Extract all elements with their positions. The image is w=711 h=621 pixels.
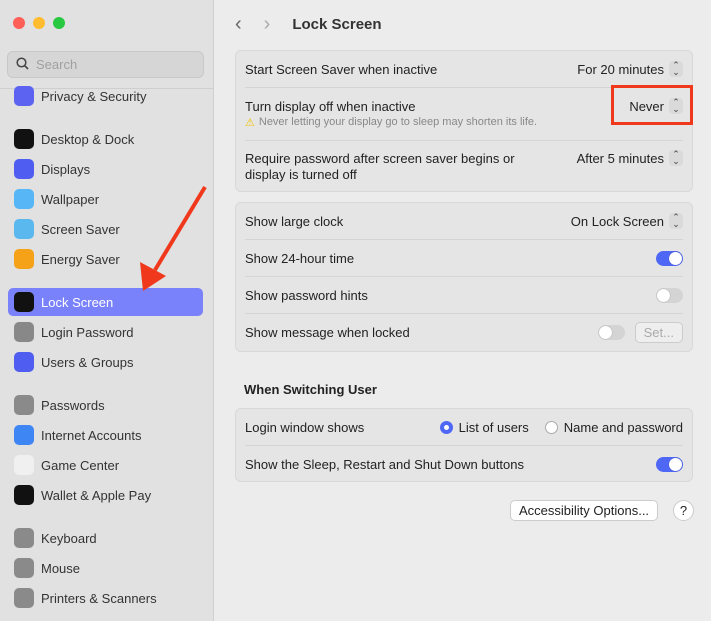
annotation-arrow xyxy=(140,185,207,291)
